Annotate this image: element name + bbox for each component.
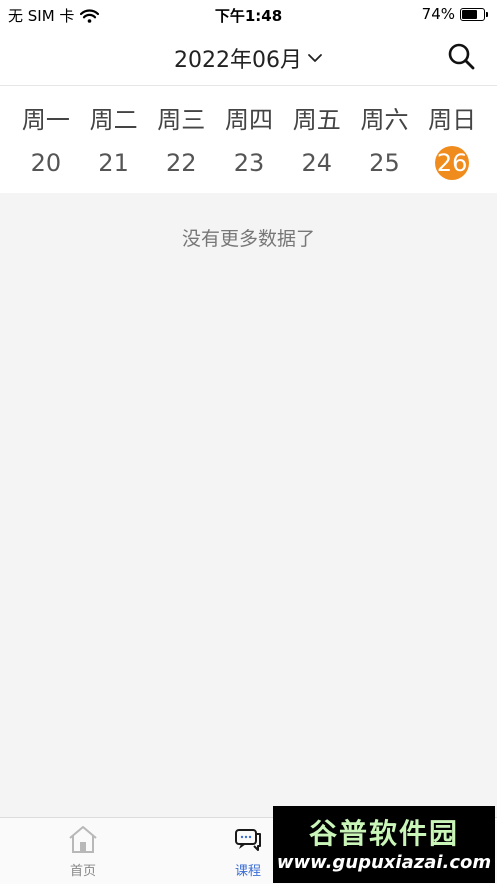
weekday-sat: 周六 bbox=[360, 106, 409, 134]
search-icon[interactable] bbox=[447, 42, 475, 70]
date-cell[interactable]: 22 bbox=[147, 146, 215, 180]
weekday-thu: 周四 bbox=[225, 106, 274, 134]
date-number: 21 bbox=[98, 149, 129, 177]
tab-home-label: 首页 bbox=[69, 864, 96, 879]
date-number: 25 bbox=[369, 149, 400, 177]
header-bar: 2022年06月 bbox=[0, 28, 497, 86]
chat-bubble-icon bbox=[235, 829, 261, 851]
weekday-row: 周一 周二 周三 周四 周五 周六 周日 bbox=[12, 100, 486, 135]
home-icon bbox=[69, 826, 97, 853]
battery-fill bbox=[462, 9, 478, 19]
date-cell-selected[interactable]: 26 bbox=[418, 146, 486, 180]
date-cell[interactable]: 23 bbox=[215, 146, 283, 180]
date-cell[interactable]: 24 bbox=[283, 146, 351, 180]
empty-message: 没有更多数据了 bbox=[181, 228, 315, 250]
status-bar: 无 SIM 卡 下午1:48 74% bbox=[0, 0, 497, 28]
date-number: 20 bbox=[30, 149, 62, 177]
date-number: 23 bbox=[233, 149, 265, 177]
weekday-tue: 周二 bbox=[89, 106, 138, 134]
month-selector[interactable]: 2022年06月 bbox=[0, 42, 497, 74]
watermark-title: 谷普软件园 bbox=[308, 817, 459, 850]
watermark: 谷普软件园 www.gupuxiazai.com bbox=[273, 806, 495, 883]
battery-area: 74% bbox=[421, 5, 488, 23]
weekday-wed: 周三 bbox=[157, 106, 206, 134]
date-row: 20 21 22 23 24 25 26 bbox=[12, 146, 486, 180]
date-number: 22 bbox=[166, 149, 197, 177]
tab-home[interactable]: 首页 bbox=[43, 824, 123, 879]
date-cell[interactable]: 25 bbox=[351, 146, 419, 180]
date-cell[interactable]: 20 bbox=[12, 146, 80, 180]
weekday-sun: 周日 bbox=[428, 106, 477, 134]
battery-icon bbox=[460, 7, 488, 21]
weekday-mon: 周一 bbox=[21, 106, 70, 134]
battery-percent: 74% bbox=[421, 5, 455, 23]
date-number: 26 bbox=[435, 146, 470, 180]
weekday-fri: 周五 bbox=[292, 106, 341, 134]
date-cell[interactable]: 21 bbox=[80, 146, 148, 180]
watermark-url: www.gupuxiazai.com bbox=[276, 852, 492, 873]
month-label: 2022年06月 bbox=[174, 48, 302, 73]
chevron-down-icon bbox=[308, 54, 322, 62]
date-number: 24 bbox=[301, 149, 332, 177]
